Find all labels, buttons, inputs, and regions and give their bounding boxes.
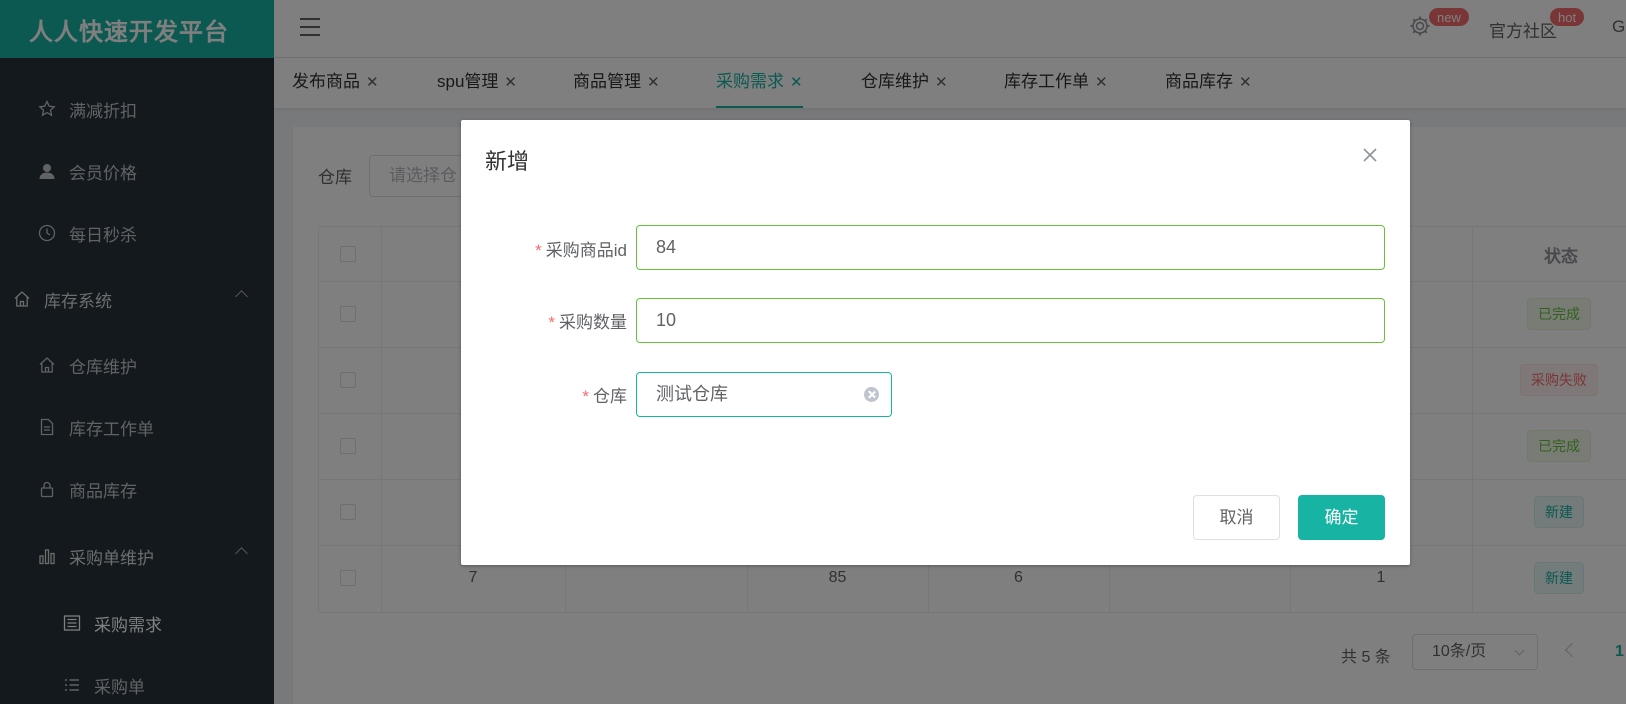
warehouse-select-value: 测试仓库 bbox=[656, 384, 728, 404]
confirm-button[interactable]: 确定 bbox=[1298, 495, 1385, 540]
purchase-product-id-label: * 采购商品id bbox=[535, 241, 627, 260]
warehouse-label: * 仓库 bbox=[582, 387, 627, 406]
add-dialog: 新增 * 采购商品id 84 * 采购数量 10 * 仓库 测试仓库 取消 确定 bbox=[461, 120, 1410, 565]
purchase-product-id-input[interactable]: 84 bbox=[636, 225, 1385, 270]
cancel-button[interactable]: 取消 bbox=[1193, 495, 1280, 540]
purchase-quantity-label: * 采购数量 bbox=[548, 313, 627, 332]
warehouse-select[interactable]: 测试仓库 bbox=[636, 372, 892, 417]
purchase-quantity-input[interactable]: 10 bbox=[636, 298, 1385, 343]
dialog-title: 新增 bbox=[485, 149, 530, 174]
close-icon[interactable] bbox=[1361, 146, 1379, 164]
clear-icon[interactable] bbox=[864, 387, 879, 402]
